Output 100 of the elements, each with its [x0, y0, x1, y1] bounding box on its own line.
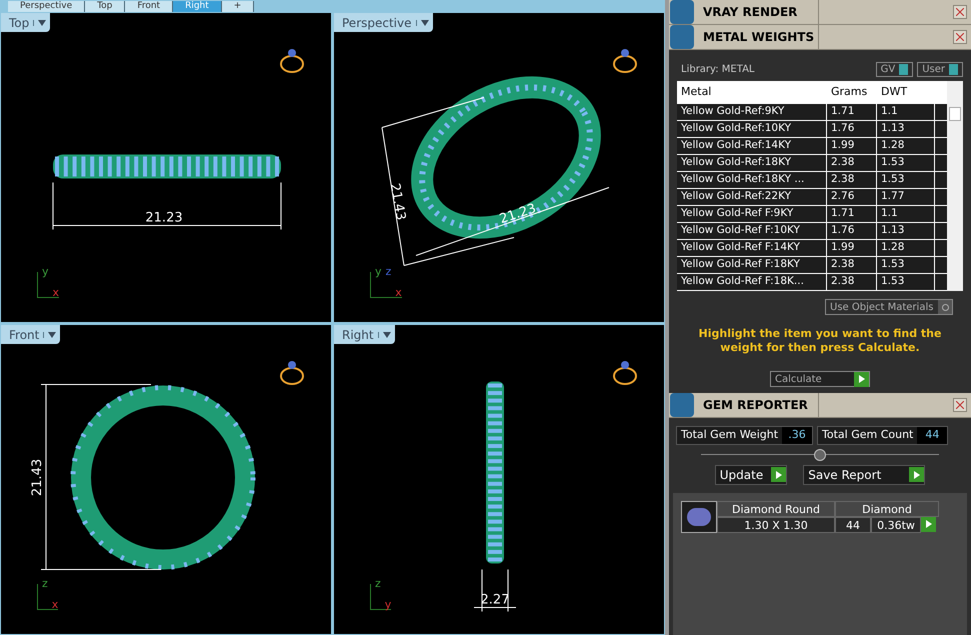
table-cell: 1.30 X 1.30	[717, 516, 835, 532]
table-cell: 2.38	[827, 155, 877, 171]
table-cell: 2.76	[827, 189, 877, 205]
field-value: .36	[782, 427, 812, 444]
axis-label: y	[384, 596, 392, 612]
dimension-label: 21.43	[30, 458, 45, 496]
dropdown-icon	[382, 332, 391, 338]
table-cell: 2.38	[827, 257, 877, 273]
table-row[interactable]: Yellow Gold-Ref F:10KY 1.76 1.13	[677, 223, 947, 240]
axis-label: x	[52, 284, 60, 300]
axis-label: z	[42, 576, 48, 592]
table-row[interactable]: Yellow Gold-Ref F:9KY 1.71 1.1	[677, 206, 947, 223]
table-row[interactable]: Yellow Gold-Ref:10KY 1.76 1.13	[677, 121, 947, 138]
axis-label: z	[386, 264, 392, 280]
play-icon	[854, 372, 869, 386]
column-header[interactable]: Metal	[677, 84, 827, 101]
axis-label: x	[52, 596, 58, 612]
gem-thumbnail	[681, 500, 717, 532]
close-button[interactable]	[953, 30, 967, 44]
table-row[interactable]: Yellow Gold-Ref:9KY 1.71 1.1	[677, 104, 947, 121]
table-cell: Diamond Round	[717, 500, 835, 516]
table-cell: Yellow Gold-Ref F:14KY	[677, 240, 827, 256]
use-object-materials-toggle[interactable]: Use Object Materials	[825, 299, 953, 315]
table-cell: Yellow Gold-Ref:14KY	[677, 138, 827, 154]
dimension-label: 21.23	[145, 210, 183, 226]
collapse-handle-icon[interactable]	[814, 448, 826, 460]
table-row[interactable]: Yellow Gold-Ref:18KY 2.38 1.53	[677, 155, 947, 172]
update-button[interactable]: Update	[714, 464, 788, 484]
table-cell: Yellow Gold-Ref F:18KY	[677, 257, 827, 273]
gem-details-button[interactable]	[921, 516, 936, 532]
view-tab[interactable]: Front	[125, 1, 174, 12]
table-row[interactable]: Yellow Gold-Ref:22KY 2.76 1.77	[677, 189, 947, 206]
table-cell: 1.53	[877, 257, 935, 273]
column-header[interactable]: Grams	[827, 84, 877, 101]
viewport-label[interactable]: Top	[1, 13, 50, 32]
field-label: Total Gem Count	[821, 427, 914, 443]
view-tab[interactable]: Top	[85, 1, 126, 12]
viewport-label[interactable]: Right	[334, 325, 395, 344]
view-tab[interactable]: +	[222, 1, 254, 12]
table-cell: Yellow Gold-Ref F:9KY	[677, 206, 827, 222]
field-value: 44	[917, 427, 948, 444]
viewport-label[interactable]: Front	[1, 325, 60, 344]
panel-title: VRAY RENDER	[703, 0, 819, 24]
column-header[interactable]: DWT	[877, 84, 935, 101]
table-cell: 2.38	[827, 274, 877, 290]
table-cell: 1.1	[877, 104, 935, 120]
table-cell: Yellow Gold-Ref:10KY	[677, 121, 827, 137]
table-row[interactable]: Yellow Gold-Ref F:18KY 2.38 1.53	[677, 257, 947, 274]
table-cell: Yellow Gold-Ref:22KY	[677, 189, 827, 205]
table-cell: Yellow Gold-Ref:9KY	[677, 104, 827, 120]
close-button[interactable]	[953, 5, 967, 19]
table-cell: 1.53	[877, 172, 935, 188]
play-icon	[909, 467, 924, 482]
axis-label: x	[395, 284, 402, 300]
table-row[interactable]: Yellow Gold-Ref:18KY ... 2.38 1.53	[677, 172, 947, 189]
axis-label: z	[375, 576, 381, 592]
table-cell: 1.13	[877, 121, 935, 137]
table-cell: 1.77	[877, 189, 935, 205]
table-cell: 1.76	[827, 223, 877, 239]
table-cell: 1.53	[877, 155, 935, 171]
table-cell: 1.28	[877, 240, 935, 256]
calculate-button[interactable]: Calculate	[770, 371, 870, 387]
table-cell: Yellow Gold-Ref F:10KY	[677, 223, 827, 239]
axis-label: y	[375, 264, 382, 280]
dropdown-icon	[48, 332, 56, 338]
table-cell: 1.76	[827, 121, 877, 137]
table-row[interactable]: Yellow Gold-Ref F:14KY 1.99 1.28	[677, 240, 947, 257]
table-cell: Diamond	[835, 500, 939, 516]
table-cell: 1.13	[877, 223, 935, 239]
view-tab[interactable]: Perspective	[8, 1, 86, 12]
table-cell: 1.1	[877, 206, 935, 222]
axis-label: y	[42, 264, 49, 280]
table-cell: 2.38	[827, 172, 877, 188]
table-cell: Yellow Gold-Ref F:18K...	[677, 274, 827, 290]
table-cell: 44	[835, 516, 871, 532]
library-label: Library: METAL	[681, 63, 754, 77]
close-button[interactable]	[953, 398, 967, 412]
toggle-button[interactable]: User	[917, 62, 963, 77]
table-row[interactable]: Yellow Gold-Ref:14KY 1.99 1.28	[677, 138, 947, 155]
dimension-label: 21.23	[498, 201, 538, 228]
toggle-button[interactable]: GV	[876, 62, 914, 77]
play-icon	[771, 467, 786, 482]
field-label: Total Gem Weight	[680, 427, 780, 443]
table-cell: 1.71	[827, 104, 877, 120]
save-report-button[interactable]: Save Report	[803, 464, 926, 484]
table-row[interactable]: Yellow Gold-Ref F:18K... 2.38 1.53	[677, 274, 947, 291]
table-cell: 1.28	[877, 138, 935, 154]
panel-title: METAL WEIGHTS	[703, 25, 819, 49]
table-cell: 1.71	[827, 206, 877, 222]
viewport-label[interactable]: Perspective	[334, 13, 432, 32]
play-icon	[926, 520, 932, 528]
table-cell: 0.36tw	[871, 516, 921, 532]
panel-title: GEM REPORTER	[703, 393, 819, 417]
dimension-line	[474, 569, 516, 612]
hint-text: Highlight the item you want to find the weight for then press Calculate.	[698, 327, 942, 355]
table-cell: 1.53	[877, 274, 935, 290]
dropdown-icon	[38, 20, 46, 26]
dropdown-icon	[420, 20, 428, 26]
table-cell: 1.99	[827, 138, 877, 154]
table-cell: 1.99	[827, 240, 877, 256]
